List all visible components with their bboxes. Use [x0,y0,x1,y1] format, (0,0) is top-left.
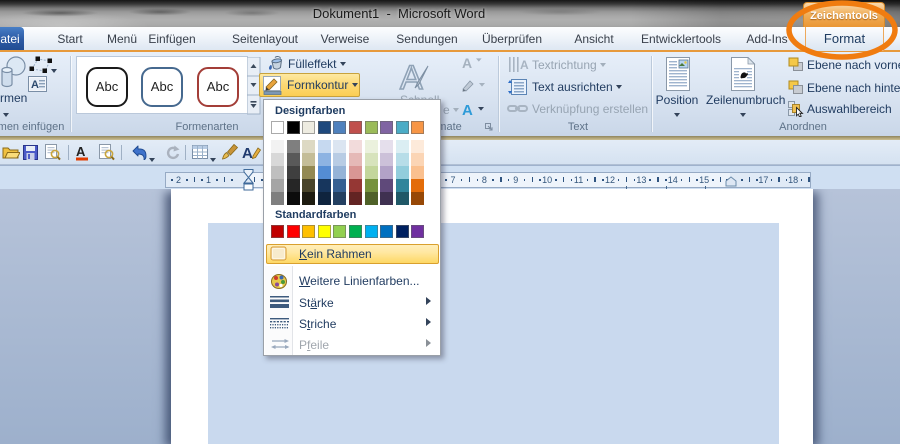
svg-text:A: A [242,145,253,162]
svg-text:A: A [76,145,86,159]
svg-text:A: A [520,58,529,72]
svg-text:A: A [462,55,472,71]
svg-text:A: A [462,102,473,118]
svg-text:A: A [31,79,39,91]
svg-text:A: A [400,60,423,94]
